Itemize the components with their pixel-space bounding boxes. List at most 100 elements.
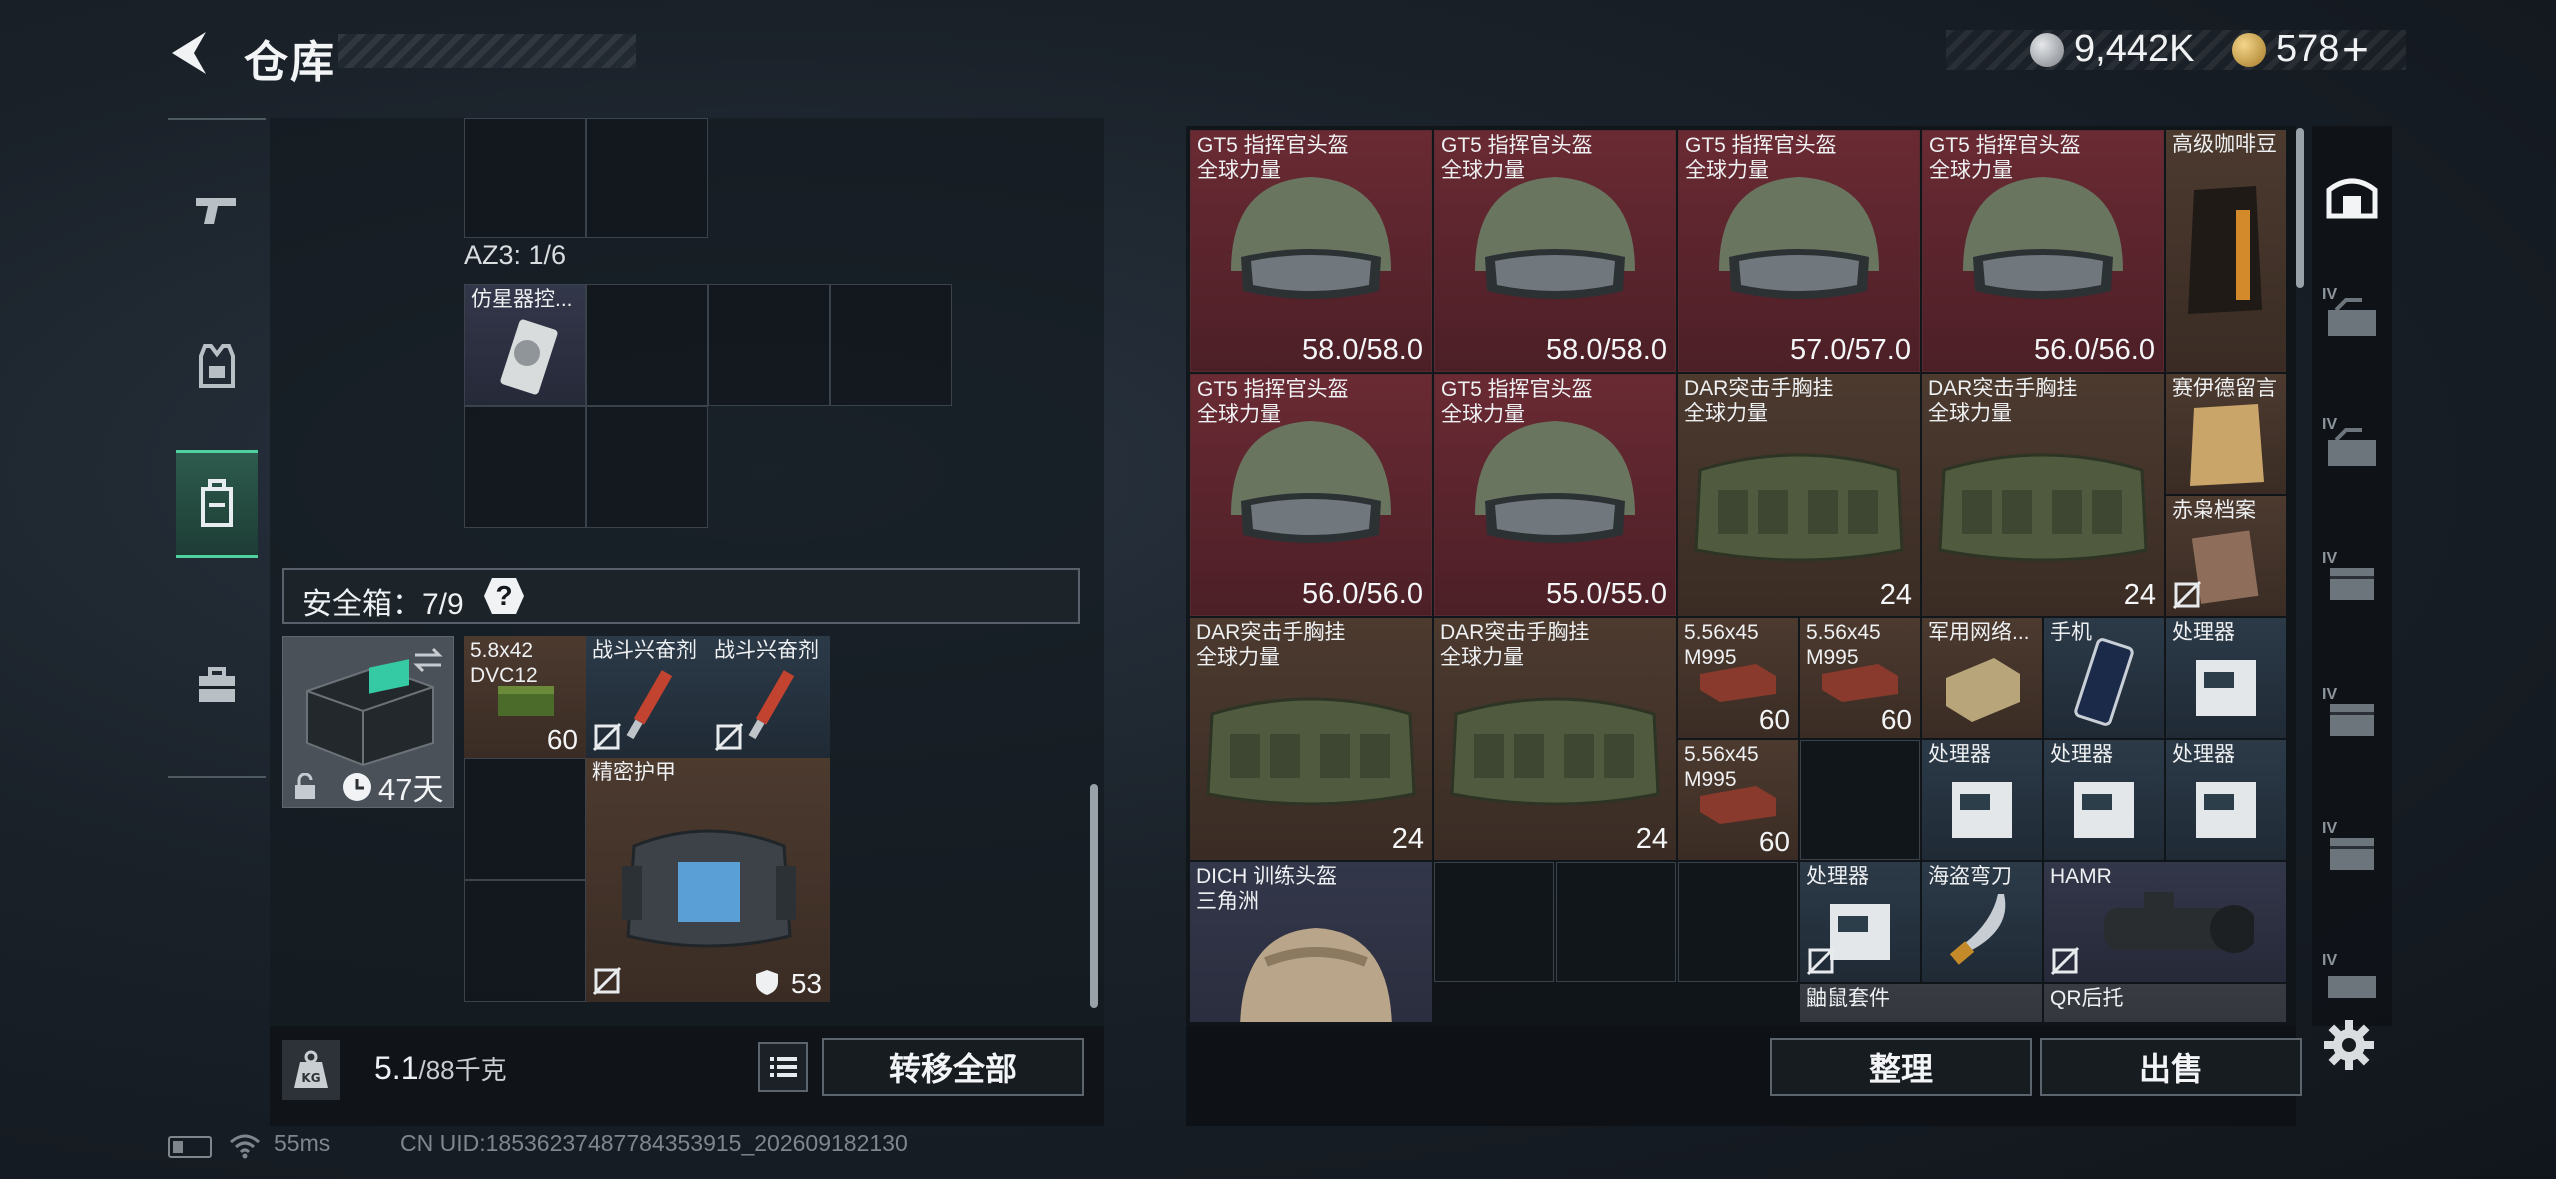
network-device-icon [1946, 658, 2020, 722]
item-hamr-scope[interactable]: HAMR [2044, 862, 2286, 982]
grid-slot[interactable] [586, 284, 708, 406]
helmet-durability: 55.0/55.0 [1546, 578, 1667, 610]
grid-slot[interactable] [1800, 740, 1920, 860]
item-gt5-helmet[interactable]: GT5 指挥官头盔 全球力量 58.0/58.0 [1190, 130, 1432, 372]
item-name: DAR突击手胸挂 全球力量 [1440, 621, 1590, 669]
chest-rig-icon [1450, 697, 1660, 806]
item-processor[interactable]: 处理器 [1800, 862, 1920, 982]
no-drop-icon [1806, 946, 1836, 976]
item-precision-armor[interactable]: 精密护甲 53 [586, 758, 830, 1002]
warehouse-tab-7[interactable]: IV [2320, 952, 2384, 1014]
item-processor[interactable]: 处理器 [2166, 740, 2286, 860]
grid-slot[interactable] [586, 118, 708, 238]
item-gt5-helmet[interactable]: GT5 指挥官头盔 全球力量 56.0/56.0 [1190, 374, 1432, 616]
grid-slot[interactable] [586, 406, 708, 528]
item-ammo-556x45[interactable]: 5.56x45 M995 60 [1800, 618, 1920, 738]
warehouse-scrollbar[interactable] [2296, 128, 2304, 288]
item-weasel-kit[interactable]: 鼬鼠套件 [1800, 984, 2042, 1022]
phone-icon [2074, 638, 2134, 726]
warehouse-tab-main[interactable] [2320, 164, 2384, 226]
item-premium-coffee[interactable]: 高级咖啡豆 [2166, 130, 2286, 372]
nav-weapon-tab[interactable] [176, 156, 258, 264]
item-gt5-helmet[interactable]: GT5 指挥官头盔 全球力量 57.0/57.0 [1678, 130, 1920, 372]
settings-gear-icon[interactable] [2322, 1018, 2376, 1072]
item-processor[interactable]: 处理器 [1922, 740, 2042, 860]
item-dar-chest-rig[interactable]: DAR突击手胸挂 全球力量 24 [1434, 618, 1676, 860]
grid-slot[interactable] [1556, 862, 1676, 982]
item-ammo-556x45[interactable]: 5.56x45 M995 60 [1678, 618, 1798, 738]
add-currency-button[interactable]: + [2342, 22, 2369, 76]
title-decoration [338, 34, 636, 68]
grid-slot[interactable] [464, 406, 586, 528]
item-ammo-58x42[interactable]: 5.8x42 DVC12 60 [464, 636, 586, 758]
helmet-icon [1475, 177, 1635, 299]
organize-button[interactable]: 整理 [1770, 1038, 2032, 1096]
item-qr-stock[interactable]: QR后托 [2044, 984, 2286, 1022]
user-uid: CN UID:18536237487784353915_202609182130 [400, 1130, 908, 1156]
back-icon[interactable] [166, 28, 210, 78]
warehouse-tab-4[interactable]: IV [2320, 550, 2384, 612]
item-gt5-helmet[interactable]: GT5 指挥官头盔 全球力量 58.0/58.0 [1434, 130, 1676, 372]
grid-slot[interactable] [1678, 862, 1798, 982]
az3-item-stellarator[interactable]: 仿星器控... [464, 284, 586, 406]
item-processor[interactable]: 处理器 [2166, 618, 2286, 738]
helmet-icon [1231, 177, 1391, 299]
item-dar-chest-rig[interactable]: DAR突击手胸挂 全球力量 24 [1922, 374, 2164, 616]
item-name: 5.56x45 M995 [1806, 621, 1881, 669]
list-view-button[interactable] [758, 1042, 808, 1092]
grid-slot[interactable] [1434, 862, 1554, 982]
item-name: 战斗兴奋剂 [592, 639, 697, 662]
item-combat-stimulant[interactable]: 战斗兴奋剂 [708, 636, 830, 758]
grid-slot[interactable] [830, 284, 952, 406]
item-gt5-helmet[interactable]: GT5 指挥官头盔 全球力量 56.0/56.0 [1922, 130, 2164, 372]
no-drop-icon [2050, 946, 2080, 976]
item-dar-chest-rig[interactable]: DAR突击手胸挂 全球力量 24 [1190, 618, 1432, 860]
grid-slot[interactable] [708, 284, 830, 406]
item-pirate-cutlass[interactable]: 海盗弯刀 [1922, 862, 2042, 982]
item-name: GT5 指挥官头盔 全球力量 [1929, 134, 2081, 182]
item-red-owl-archive[interactable]: 赤枭档案 [2166, 496, 2286, 616]
warehouse-tab-3[interactable]: IV [2320, 416, 2384, 478]
current-weight: 5.1 [374, 1050, 419, 1086]
warehouse-tab-2[interactable]: IV [2320, 286, 2384, 348]
nav-toolbox-tab[interactable] [176, 632, 258, 740]
item-military-network[interactable]: 军用网络... [1922, 618, 2042, 738]
item-saeed-note[interactable]: 赛伊德留言 [2166, 374, 2286, 494]
sell-button[interactable]: 出售 [2040, 1038, 2302, 1096]
item-gt5-helmet[interactable]: GT5 指挥官头盔 全球力量 55.0/55.0 [1434, 374, 1676, 616]
swap-icon[interactable] [411, 645, 445, 675]
item-name: 5.8x42 DVC12 [470, 639, 538, 687]
tab-level-label: IV [2322, 416, 2338, 433]
warehouse-tab-5[interactable]: IV [2320, 686, 2384, 748]
nav-equipment-tab[interactable] [176, 312, 258, 420]
carry-weight: 5.1/88千克 [374, 1050, 507, 1087]
item-name: GT5 指挥官头盔 全球力量 [1197, 134, 1349, 182]
no-drop-icon [592, 722, 622, 752]
svg-text:KG: KG [301, 1071, 320, 1085]
transfer-all-button[interactable]: 转移全部 [822, 1038, 1084, 1096]
item-processor[interactable]: 处理器 [2044, 740, 2164, 860]
nav-backpack-tab[interactable] [176, 450, 258, 558]
item-combat-stimulant[interactable]: 战斗兴奋剂 [586, 636, 708, 758]
backpack-scrollbar[interactable] [1090, 784, 1098, 1008]
item-name: 赛伊德留言 [2172, 377, 2277, 400]
item-dar-chest-rig[interactable]: DAR突击手胸挂 全球力量 24 [1678, 374, 1920, 616]
item-capacity: 24 [2123, 579, 2156, 611]
item-name: GT5 指挥官头盔 全球力量 [1685, 134, 1837, 182]
item-name: GT5 指挥官头盔 全球力量 [1441, 378, 1593, 426]
gold-currency-value: 578 [2276, 28, 2340, 70]
helmet-durability: 57.0/57.0 [1790, 334, 1911, 366]
item-ammo-556x45[interactable]: 5.56x45 M995 60 [1678, 740, 1798, 860]
item-dich-training-helmet[interactable]: DICH 训练头盔 三角洲 [1190, 862, 1432, 1022]
item-name: 处理器 [2172, 621, 2235, 644]
item-count: 60 [1758, 704, 1790, 735]
grid-slot[interactable] [464, 880, 586, 1002]
grid-slot[interactable] [464, 118, 586, 238]
item-name: 战斗兴奋剂 [714, 639, 819, 662]
grid-slot[interactable] [464, 758, 586, 880]
help-button[interactable]: ? [484, 578, 524, 614]
tab-level-label: IV [2322, 952, 2338, 969]
no-drop-icon [592, 966, 622, 996]
warehouse-tab-6[interactable]: IV [2320, 820, 2384, 882]
item-phone[interactable]: 手机 [2044, 618, 2164, 738]
